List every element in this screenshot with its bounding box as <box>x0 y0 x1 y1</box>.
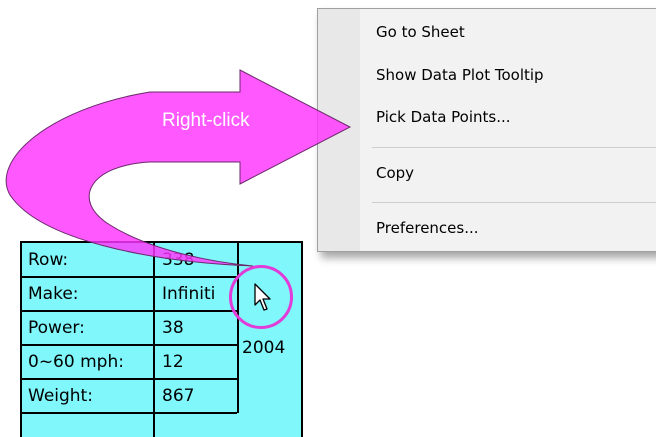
annotation-label: Right-click <box>162 110 250 131</box>
mouse-pointer-icon <box>254 283 271 311</box>
arrow-shape <box>5 69 352 267</box>
curved-arrow-annotation <box>5 69 352 267</box>
